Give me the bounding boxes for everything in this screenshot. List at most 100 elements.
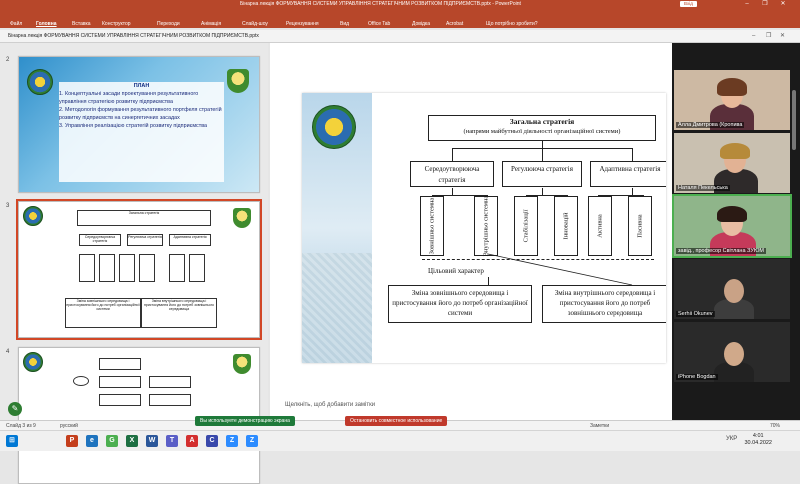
powerpoint-icon[interactable]: P bbox=[66, 435, 78, 447]
restore-button[interactable]: ❐ bbox=[758, 0, 772, 8]
person-hair bbox=[720, 143, 750, 159]
thumb-flow-node bbox=[73, 376, 89, 386]
person-head bbox=[724, 279, 744, 303]
university-emblem-icon bbox=[27, 69, 53, 95]
slide-number: 2 bbox=[6, 57, 10, 63]
university-emblem-icon bbox=[23, 352, 43, 372]
faculty-shield-icon bbox=[227, 69, 249, 93]
tab-file[interactable]: Файл bbox=[10, 21, 22, 27]
doc-close-button[interactable]: ✕ bbox=[780, 30, 785, 42]
tab-officetab[interactable]: Office Tab bbox=[368, 21, 390, 27]
start-icon[interactable]: ⊞ bbox=[6, 435, 18, 447]
window-title: Бінарна лекція ФОРМУВАННЯ СИСТЕМИ УПРАВЛ… bbox=[240, 1, 521, 7]
calculator-icon[interactable]: C bbox=[206, 435, 218, 447]
person-hair bbox=[717, 78, 747, 96]
plan-item: 3. Управління реалізацією стратегій розв… bbox=[59, 123, 208, 129]
tab-transitions[interactable]: Переходи bbox=[157, 21, 180, 27]
tell-me-search[interactable]: Що потрібно зробити? bbox=[486, 21, 538, 27]
thumb-mid-box: Середоутворююча стратегія bbox=[79, 234, 121, 246]
participant-tile[interactable]: Алла Дмитрова (Кропива bbox=[674, 70, 790, 130]
tab-design[interactable]: Конструктор bbox=[102, 21, 131, 27]
thumb-vertical-box bbox=[119, 254, 135, 282]
tab-home[interactable]: Головна bbox=[36, 21, 57, 27]
plan-item: 2. Методологія формування результативног… bbox=[59, 107, 222, 121]
doc-minimize-button[interactable]: – bbox=[752, 30, 755, 42]
minimize-button[interactable]: – bbox=[740, 0, 754, 8]
tab-animation[interactable]: Анімація bbox=[201, 21, 221, 27]
system-clock[interactable]: 4:01 30.04.2022 bbox=[744, 433, 772, 447]
thumb-flow-box bbox=[149, 376, 191, 388]
teams-icon[interactable]: T bbox=[166, 435, 178, 447]
thumb-flow-box bbox=[149, 394, 191, 406]
word-icon[interactable]: W bbox=[146, 435, 158, 447]
thumb-bottom-box: Зміна внутрішнього середовища і пристосу… bbox=[141, 298, 217, 328]
faculty-shield-icon bbox=[233, 354, 251, 374]
tab-slideshow[interactable]: Слайд-шоу bbox=[242, 21, 268, 27]
thumb-vertical-box bbox=[99, 254, 115, 282]
windows-taskbar: ⊞ P e G X W T A C Z Z УКР 4:01 30.04.202… bbox=[0, 430, 800, 451]
participant-name: Алла Дмитрова (Кропива bbox=[676, 122, 745, 128]
video-participants-panel: Алла Дмитрова (Кропива Наталя Пекельська… bbox=[672, 43, 800, 420]
zoom-icon[interactable]: Z bbox=[226, 435, 238, 447]
plan-title: ПЛАН bbox=[133, 83, 150, 89]
thumb-vertical-box bbox=[189, 254, 205, 282]
participant-tile[interactable]: Serhii Okunev bbox=[674, 259, 790, 319]
title-bar: Бінарна лекція ФОРМУВАННЯ СИСТЕМИ УПРАВЛ… bbox=[0, 0, 800, 8]
bottom-box-internal: Зміна внутрішнього середовища і пристосу… bbox=[542, 285, 666, 323]
slide-thumbnail-2[interactable]: ПЛАН 1. Концептуальні засади проектуванн… bbox=[18, 56, 260, 193]
slide-number: 4 bbox=[6, 349, 10, 355]
participant-name: завід., професор Світлана ЗУЮМ bbox=[676, 248, 766, 254]
tab-insert[interactable]: Вставка bbox=[72, 21, 91, 27]
person-head bbox=[724, 342, 744, 366]
person-hair bbox=[717, 206, 747, 222]
thumb-vertical-box bbox=[139, 254, 155, 282]
slide-thumbnails-pane: 2 ПЛАН 1. Концептуальні засади проектува… bbox=[0, 43, 268, 484]
participant-name: Serhii Okunev bbox=[676, 311, 715, 317]
clock-time: 4:01 bbox=[752, 433, 764, 439]
bottom-box-external: Зміна зовнішнього середовища і пристосув… bbox=[388, 285, 532, 323]
acrobat-icon[interactable]: A bbox=[186, 435, 198, 447]
sign-in-button[interactable]: Вхід bbox=[680, 1, 697, 7]
tab-acrobat[interactable]: Acrobat bbox=[446, 21, 463, 27]
participant-tile-speaking[interactable]: завід., професор Світлана ЗУЮМ bbox=[672, 194, 792, 258]
slide-thumbnail-3[interactable]: Загальна стратегія Середоутворююча страт… bbox=[16, 199, 262, 340]
participant-name: iPhone Bogdan bbox=[676, 374, 718, 380]
participants-scrollbar[interactable] bbox=[792, 90, 796, 150]
university-emblem-icon bbox=[23, 206, 43, 226]
tab-view[interactable]: Вид bbox=[340, 21, 349, 27]
thumb-bottom-box: Зміна зовнішнього середовища і пристосув… bbox=[65, 298, 141, 328]
participant-name: Наталя Пекельська bbox=[676, 185, 730, 191]
zoom-meeting-icon[interactable]: Z bbox=[246, 435, 258, 447]
document-tab[interactable]: Бінарна лекція ФОРМУВАННЯ СИСТЕМИ УПРАВЛ… bbox=[8, 30, 259, 42]
participant-tile[interactable]: iPhone Bogdan bbox=[674, 322, 790, 382]
plan-item: 1. Концептуальні засади проектування рез… bbox=[59, 91, 199, 105]
plan-text: ПЛАН 1. Концептуальні засади проектуванн… bbox=[59, 82, 224, 182]
notes-placeholder[interactable]: Щелкніть, щоб добавити замітки bbox=[285, 402, 375, 408]
thumb-flow-box bbox=[99, 376, 141, 388]
close-button[interactable]: ✕ bbox=[776, 0, 790, 8]
edge-icon[interactable]: e bbox=[86, 435, 98, 447]
document-tab-strip: Бінарна лекція ФОРМУВАННЯ СИСТЕМИ УПРАВЛ… bbox=[0, 30, 800, 43]
excel-icon[interactable]: X bbox=[126, 435, 138, 447]
tab-help[interactable]: Довідка bbox=[412, 21, 430, 27]
faculty-shield-icon bbox=[233, 208, 251, 228]
doc-restore-button[interactable]: ❐ bbox=[766, 30, 771, 42]
thumb-vertical-box bbox=[169, 254, 185, 282]
keyboard-language[interactable]: УКР bbox=[726, 436, 737, 442]
slide-number: 3 bbox=[6, 203, 10, 209]
screen-sharing-indicator: Вы используете демонстрацию экрана bbox=[195, 416, 295, 426]
thumb-vertical-box bbox=[79, 254, 95, 282]
thumb-flow-box bbox=[99, 394, 141, 406]
microphone-icon[interactable]: ✎ bbox=[8, 402, 22, 416]
ribbon-tabs: Файл Головна Вставка Конструктор Переход… bbox=[0, 8, 800, 28]
current-slide[interactable]: Загальна стратегія (напрями майбутньої д… bbox=[302, 93, 666, 363]
participant-tile[interactable]: Наталя Пекельська bbox=[674, 133, 790, 193]
thumb-flow-box bbox=[99, 358, 141, 370]
thumb-mid-box: Адаптивна стратегія bbox=[169, 234, 211, 246]
thumb-mid-box: Регулююча стратегія bbox=[127, 234, 163, 246]
chrome-icon[interactable]: G bbox=[106, 435, 118, 447]
stop-sharing-button[interactable]: Остановить совместное использование bbox=[345, 416, 448, 426]
clock-date: 30.04.2022 bbox=[744, 440, 772, 446]
thumb-top-box: Загальна стратегія bbox=[77, 210, 211, 226]
tab-review[interactable]: Рецензування bbox=[286, 21, 319, 27]
